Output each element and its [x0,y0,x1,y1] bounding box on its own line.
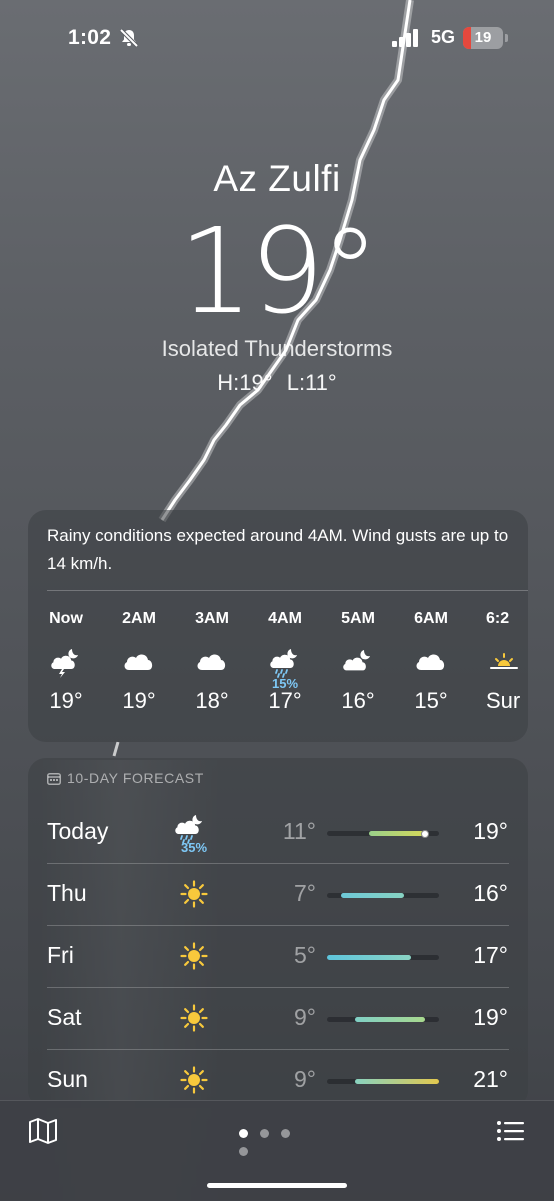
hour-column: 5AM 16° [328,610,388,714]
hour-column: 2AM 19° [109,610,169,714]
temperature-range-bar [327,1079,439,1084]
moon-cloud-icon [328,642,388,682]
current-temperature: 19° [178,202,379,340]
hour-temp: 16° [341,688,375,713]
day-name: Thu [47,880,87,906]
page-dot[interactable] [260,1129,269,1138]
day-low: 5° [294,942,316,968]
page-dot[interactable] [239,1147,248,1156]
calendar-icon [47,773,61,785]
hour-column: 3AM 18° [182,610,242,714]
page-dot[interactable] [281,1129,290,1138]
moon-cloud-rain-icon: 15% [255,642,315,691]
hour-label: 6:2 [486,610,510,627]
cloud-icon [109,642,169,682]
day-name: Sat [47,1004,82,1030]
day-high: 16° [473,880,508,906]
temperature-range-fill [355,1017,425,1022]
current-condition: Isolated Thunderstorms [161,336,393,361]
temperature-range-fill [327,955,411,960]
hour-label: 3AM [195,610,229,627]
hour-temp: 18° [195,688,229,713]
forecast-row[interactable]: Sat 9° 19° [28,988,528,1050]
temperature-range-fill [341,893,404,898]
hour-label: 2AM [122,610,156,627]
temperature-range-bar [327,893,439,898]
temperature-range-bar [327,1017,439,1022]
bell-slash-icon [119,28,139,48]
temperature-range-fill [369,831,425,836]
day-high: 19° [473,1004,508,1030]
hour-temp: 15° [414,688,448,713]
forecast-row[interactable]: Fri 5° 17° [28,926,528,988]
hour-column: 6:2 Sur [486,610,546,714]
day-high: 21° [473,1066,508,1092]
list-icon[interactable] [496,1117,526,1145]
status-bar: 1:02 5G 19 [0,24,554,54]
day-low: 11° [282,818,316,844]
hour-label: 4AM [268,610,302,627]
hour-column: 4AM 15% 17° [255,610,315,714]
page-indicator[interactable] [239,1125,319,1156]
day-precip: 35% [180,840,208,855]
high-low: H:19° L:11° [0,370,554,396]
day-name: Sun [47,1066,88,1092]
cloud-icon [401,642,461,682]
hour-temp: Sur [486,688,521,713]
day-high: 19° [473,818,508,844]
hour-temp: 19° [122,688,156,713]
hour-label: 6AM [414,610,448,627]
hourly-summary: Rainy conditions expected around 4AM. Wi… [47,526,509,573]
home-indicator[interactable] [207,1183,347,1188]
hour-precip: 15% [271,676,299,691]
high-temp: H:19° [217,370,273,395]
day-low: 9° [294,1066,316,1092]
hour-temp: 19° [49,688,83,713]
sunrise-icon [486,642,546,682]
city-name: Az Zulfi [213,158,341,199]
sun-icon [180,1004,220,1044]
ten-day-forecast-card[interactable]: 10-DAY FORECAST Today 35% 11° 19° Thu 7° 16° Fr… [28,758,528,1108]
sun-icon [180,942,220,982]
ten-day-heading: 10-DAY FORECAST [47,770,204,786]
day-name: Today [47,818,109,844]
temperature-range-fill [355,1079,439,1084]
cloud-icon [182,642,242,682]
day-low: 7° [294,880,316,906]
temperature-range-bar [327,955,439,960]
forecast-row[interactable]: Today 35% 11° 19° [28,802,528,864]
hour-label: 5AM [341,610,375,627]
temperature-range-bar [327,829,439,838]
map-icon[interactable] [28,1117,58,1145]
page-dot[interactable] [239,1129,248,1138]
ten-day-label: 10-DAY FORECAST [67,770,204,786]
day-low: 9° [294,1004,316,1030]
status-time: 1:02 [68,26,112,49]
hour-temp: 17° [268,688,302,713]
current-temp-dot [421,829,429,838]
hourly-forecast-card[interactable]: Rainy conditions expected around 4AM. Wi… [28,510,528,742]
moon-cloud-thunder-icon [36,642,96,682]
battery-tip [505,34,508,42]
day-high: 17° [473,942,508,968]
battery-level: 19 [474,29,492,46]
sun-icon [180,880,220,920]
divider [47,590,528,591]
battery-indicator: 19 [463,27,503,49]
hour-column: 6AM 15° [401,610,461,714]
network-type: 5G [431,27,456,47]
low-temp: L:11° [286,370,337,395]
bottom-toolbar [0,1100,554,1201]
forecast-row[interactable]: Thu 7° 16° [28,864,528,926]
day-name: Fri [47,942,74,968]
hour-label: Now [49,610,83,627]
hour-column: Now 19° [36,610,96,714]
signal-icon [392,29,418,47]
